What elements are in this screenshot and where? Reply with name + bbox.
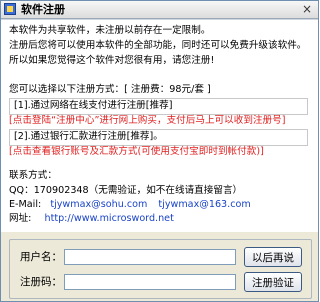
pricing-text: 您可以选择以下注册方式：[ 注册费：98元/套 ] [9, 84, 211, 95]
email-link-1[interactable]: tjywmax@sohu.com [50, 199, 147, 210]
app-icon [4, 3, 16, 15]
close-icon[interactable]: × [299, 2, 315, 16]
contact-heading: 联系方式： [9, 170, 57, 181]
window-title: 软件注册 [21, 3, 65, 16]
register-form-area: 用户名： 以后再说 注册码： 注册验证 [1, 232, 318, 301]
title-bar: 软件注册 × [1, 1, 318, 19]
username-label: 用户名： [20, 251, 62, 263]
method2-link[interactable]: [点击查看银行账号及汇款方式(可使用支付宝即时到帐付款)] [9, 146, 264, 158]
method1-link[interactable]: [点击登陆“注册中心”进行网上购买，支付后马上可以收到注册号] [9, 115, 285, 127]
contact-qq: QQ：170902348（无需验证，如不在线请直接留言） [9, 185, 243, 196]
intro-line-1: 本软件为共享软件，未注册以前存在一定限制。 [9, 25, 211, 36]
method1-box: [1].通过网络在线支付进行注册[推荐] [9, 98, 308, 115]
site-link[interactable]: http://www.microsword.net [44, 213, 173, 224]
username-input[interactable] [64, 249, 236, 265]
method2-box: [2].通过银行汇款进行注册[推荐]。 [9, 129, 308, 146]
site-label: 网址: [9, 213, 32, 224]
email-label: E-Mail: [9, 199, 42, 210]
code-label: 注册码： [20, 276, 62, 288]
code-input[interactable] [64, 274, 236, 290]
intro-line-3: 所以如果您觉得这个软件对您很有用，请您注册! [9, 55, 215, 66]
contact-email-row: E-Mail: tjywmax@sohu.com tjywmax@163.com [9, 199, 251, 211]
contact-site-row: 网址: http://www.microsword.net [9, 213, 174, 225]
method1-label: [1].通过网络在线支付进行注册[推荐] [14, 100, 173, 111]
info-panel: 本软件为共享软件，未注册以前存在一定限制。 注册后您将可以使用本软件的全部功能，… [1, 19, 318, 232]
email-link-2[interactable]: tjywmax@163.com [158, 199, 250, 210]
intro-line-2: 注册后您将可以使用本软件的全部功能，同时还可以免费升级该软件。 [9, 40, 307, 51]
method2-label: [2].通过银行汇款进行注册[推荐]。 [14, 131, 163, 142]
register-form: 用户名： 以后再说 注册码： 注册验证 [9, 239, 312, 299]
later-button[interactable]: 以后再说 [244, 247, 302, 267]
verify-button[interactable]: 注册验证 [244, 272, 302, 292]
register-window: 软件注册 × 本软件为共享软件，未注册以前存在一定限制。 注册后您将可以使用本软… [0, 0, 319, 302]
